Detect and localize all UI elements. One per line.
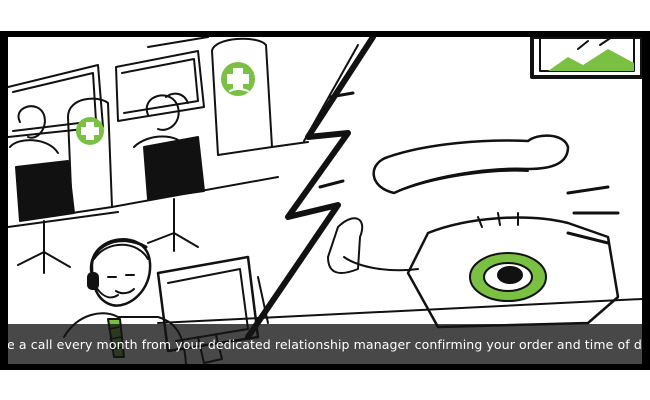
pharmacy-cross-icon (76, 117, 104, 145)
pharmacy-cross-icon (221, 62, 255, 96)
desk (157, 276, 642, 324)
illustration-scene: Receive a call every month from your ded… (8, 37, 642, 364)
telephone-icon (372, 134, 570, 195)
framed-picture-icon (530, 37, 642, 79)
caption-bar: Receive a call every month from your ded… (8, 324, 642, 364)
lightning-bolt-icon (245, 37, 376, 340)
caption-text: Receive a call every month from your ded… (8, 336, 642, 352)
hand (327, 217, 419, 274)
video-frame: Receive a call every month from your ded… (0, 31, 650, 370)
sketch-illustration (8, 37, 642, 364)
